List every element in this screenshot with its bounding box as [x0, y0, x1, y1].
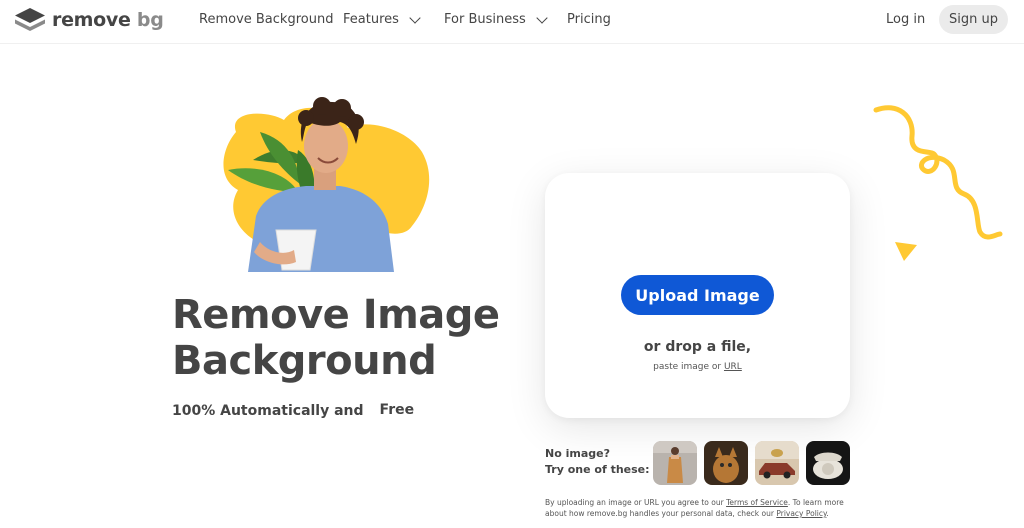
brand-name: remove bg — [52, 9, 164, 31]
chevron-down-icon — [536, 11, 548, 24]
logo-layers-icon — [15, 8, 45, 31]
hero-title: Remove Image Background — [172, 292, 500, 384]
brand-logo[interactable]: remove bg — [14, 7, 164, 33]
nav-remove-background[interactable]: Remove Background — [199, 12, 333, 27]
terms-of-service-link[interactable]: Terms of Service — [726, 498, 788, 507]
top-navbar: remove bg Remove Background Features For… — [0, 0, 1024, 44]
upload-card[interactable]: Upload Image or drop a file, paste image… — [545, 173, 850, 418]
nav-features-dropdown[interactable]: Features — [343, 11, 421, 27]
sample-images-label: No image? Try one of these: — [545, 447, 650, 476]
upload-image-button[interactable]: Upload Image — [621, 275, 774, 315]
paste-instructions: paste image or URL — [653, 362, 742, 372]
sample-thumbnail-woman[interactable] — [653, 441, 697, 485]
nav-pricing[interactable]: Pricing — [567, 12, 611, 27]
privacy-policy-link[interactable]: Privacy Policy — [776, 509, 826, 518]
legal-notice: By uploading an image or URL you agree t… — [545, 498, 844, 518]
sample-thumbnail-cat[interactable] — [704, 441, 748, 485]
sample-thumbnail-telephone[interactable] — [806, 441, 850, 485]
hero-illustration — [223, 97, 430, 272]
signup-button[interactable]: Sign up — [939, 5, 1008, 34]
yellow-triangle-decoration — [895, 242, 917, 261]
chevron-down-icon — [409, 11, 421, 24]
nav-for-business-dropdown[interactable]: For Business — [444, 11, 548, 27]
login-link[interactable]: Log in — [886, 12, 925, 27]
free-badge: Free — [370, 399, 425, 422]
url-link[interactable]: URL — [724, 362, 742, 372]
drop-file-text: or drop a file, — [643, 339, 752, 355]
hero-subtitle: 100% Automatically and Free — [172, 399, 424, 422]
sample-thumbnail-car[interactable] — [755, 441, 799, 485]
yellow-squiggle-decoration — [873, 105, 1003, 240]
